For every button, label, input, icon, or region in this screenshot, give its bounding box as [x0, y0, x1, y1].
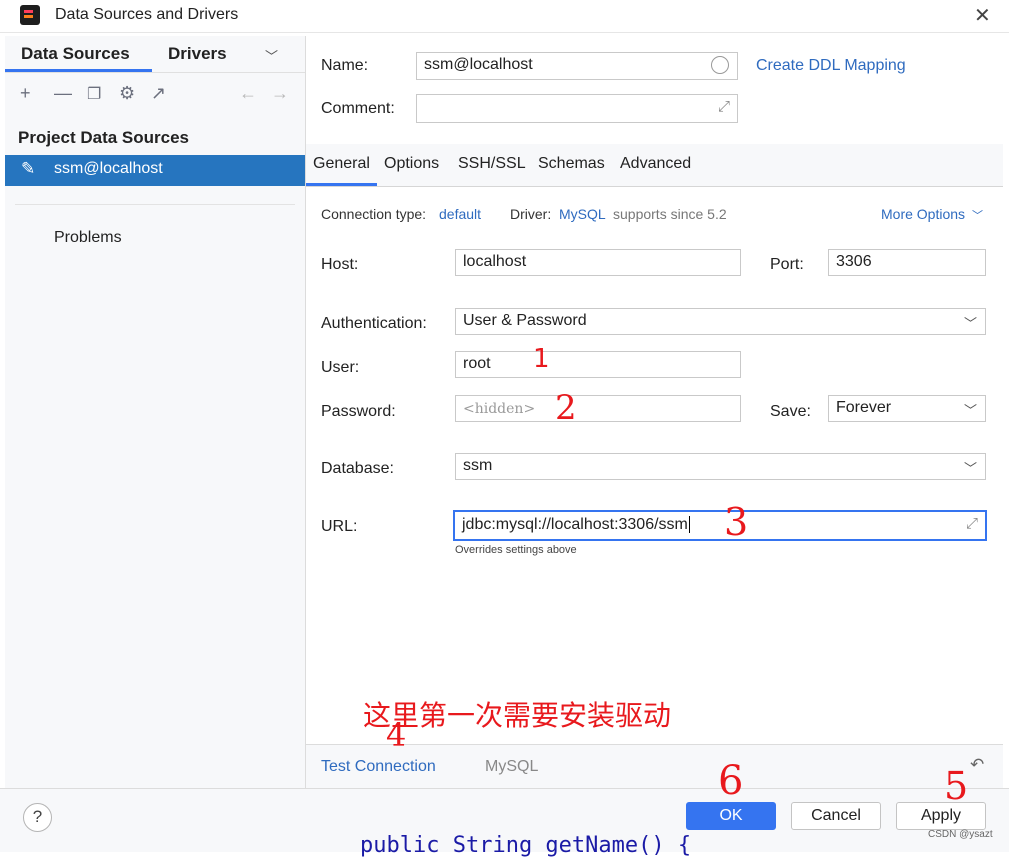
save-select[interactable]: Forever ﹀	[828, 395, 986, 422]
duplicate-icon[interactable]: ❐	[87, 84, 101, 104]
driver-label: Driver:	[510, 206, 552, 222]
database-value: ssm	[463, 457, 493, 474]
add-icon[interactable]: +	[20, 83, 31, 104]
expand-icon[interactable]: ⤢	[966, 515, 978, 532]
user-label: User:	[321, 359, 360, 376]
url-label: URL:	[321, 518, 358, 535]
project-data-sources-header: Project Data Sources	[18, 128, 190, 147]
annotation-2: 2	[555, 388, 577, 428]
apply-button[interactable]: Apply	[896, 802, 986, 830]
save-value: Forever	[836, 399, 892, 416]
data-source-label: ssm@localhost	[54, 160, 163, 177]
annotation-6: 6	[718, 758, 744, 804]
more-options-link[interactable]: More Options ﹀	[881, 206, 983, 223]
chevron-down-icon: ﹀	[963, 316, 977, 331]
save-label: Save:	[770, 403, 811, 420]
chevron-down-icon: ﹀	[963, 461, 977, 476]
host-label: Host:	[321, 256, 359, 273]
left-panel: Data Sources Drivers ﹀ + — ❐ ⚙ ↗ ← → Pro…	[5, 36, 306, 788]
more-options-label: More Options	[881, 206, 966, 222]
port-input[interactable]: 3306	[828, 249, 986, 276]
password-input[interactable]: <hidden>	[455, 395, 741, 422]
name-label: Name:	[321, 57, 369, 74]
revert-icon[interactable]: ↶	[970, 755, 984, 775]
open-external-icon[interactable]: ↗	[151, 83, 166, 104]
driver-link[interactable]: MySQL	[559, 206, 606, 222]
divider	[306, 186, 1003, 187]
divider	[15, 204, 295, 205]
close-icon[interactable]: ✕	[974, 3, 991, 28]
back-arrow-icon[interactable]: ←	[239, 83, 257, 104]
color-circle-icon[interactable]	[711, 56, 729, 74]
tab-drivers[interactable]: Drivers	[168, 44, 227, 64]
watermark: CSDN @ysazt	[928, 829, 993, 840]
database-label: Database:	[321, 460, 394, 477]
name-input[interactable]: ssm@localhost	[416, 52, 738, 80]
remove-icon[interactable]: —	[54, 83, 72, 104]
window-title: Data Sources and Drivers	[55, 6, 239, 23]
create-ddl-mapping-link[interactable]: Create DDL Mapping	[756, 57, 906, 75]
chevron-down-icon: ﹀	[971, 210, 983, 222]
annotation-3: 3	[724, 500, 749, 544]
database-select[interactable]: ssm ﹀	[455, 453, 986, 480]
forward-arrow-icon[interactable]: →	[271, 83, 289, 104]
text-cursor	[688, 516, 690, 533]
driver-name: MySQL	[485, 758, 539, 775]
active-tab-indicator	[306, 183, 377, 186]
connection-type-link[interactable]: default	[439, 206, 481, 222]
comment-input[interactable]: ⤢	[416, 94, 738, 123]
port-label: Port:	[770, 256, 804, 273]
chevron-down-icon: ﹀	[963, 403, 977, 418]
expand-icon[interactable]: ⤢	[718, 98, 730, 115]
help-button[interactable]: ?	[23, 803, 52, 832]
url-input[interactable]: jdbc:mysql://localhost:3306/ssm ⤢	[453, 510, 987, 541]
authentication-value: User & Password	[463, 312, 587, 329]
url-note: Overrides settings above	[455, 544, 577, 556]
tab-options[interactable]: Options	[384, 155, 439, 173]
chevron-down-icon[interactable]: ﹀	[265, 46, 278, 65]
authentication-select[interactable]: User & Password ﹀	[455, 308, 986, 335]
comment-label: Comment:	[321, 100, 395, 117]
cancel-button[interactable]: Cancel	[791, 802, 881, 830]
annotation-5: 5	[944, 764, 969, 808]
driver-note: supports since 5.2	[613, 206, 727, 222]
tab-ssh-ssl[interactable]: SSH/SSL	[458, 155, 526, 173]
problems-item[interactable]: Problems	[54, 229, 122, 247]
test-connection-link[interactable]: Test Connection	[321, 758, 436, 776]
ok-button[interactable]: OK	[686, 802, 776, 830]
annotation-4: 4	[386, 716, 407, 754]
connection-type-label: Connection type:	[321, 206, 427, 222]
host-input[interactable]: localhost	[455, 249, 741, 276]
gear-icon[interactable]: ⚙	[119, 83, 135, 104]
url-value: jdbc:mysql://localhost:3306/ssm	[462, 516, 688, 533]
divider	[5, 72, 305, 73]
mysql-dolphin-icon: ✎	[21, 159, 36, 178]
authentication-label: Authentication:	[321, 315, 427, 332]
password-label: Password:	[321, 403, 396, 420]
tab-schemas[interactable]: Schemas	[538, 155, 605, 173]
tab-advanced[interactable]: Advanced	[620, 155, 691, 173]
tab-data-sources[interactable]: Data Sources	[21, 44, 130, 64]
name-value: ssm@localhost	[424, 56, 533, 73]
tab-general[interactable]: General	[313, 155, 370, 173]
data-source-item-selected[interactable]: ✎ ssm@localhost	[5, 155, 305, 186]
title-bar: Data Sources and Drivers ✕	[0, 0, 1009, 33]
intellij-logo-icon	[20, 5, 40, 25]
annotation-1: 1	[533, 344, 550, 374]
user-input[interactable]: root	[455, 351, 741, 378]
annotation-note: 这里第一次需要安装驱动	[363, 699, 672, 732]
